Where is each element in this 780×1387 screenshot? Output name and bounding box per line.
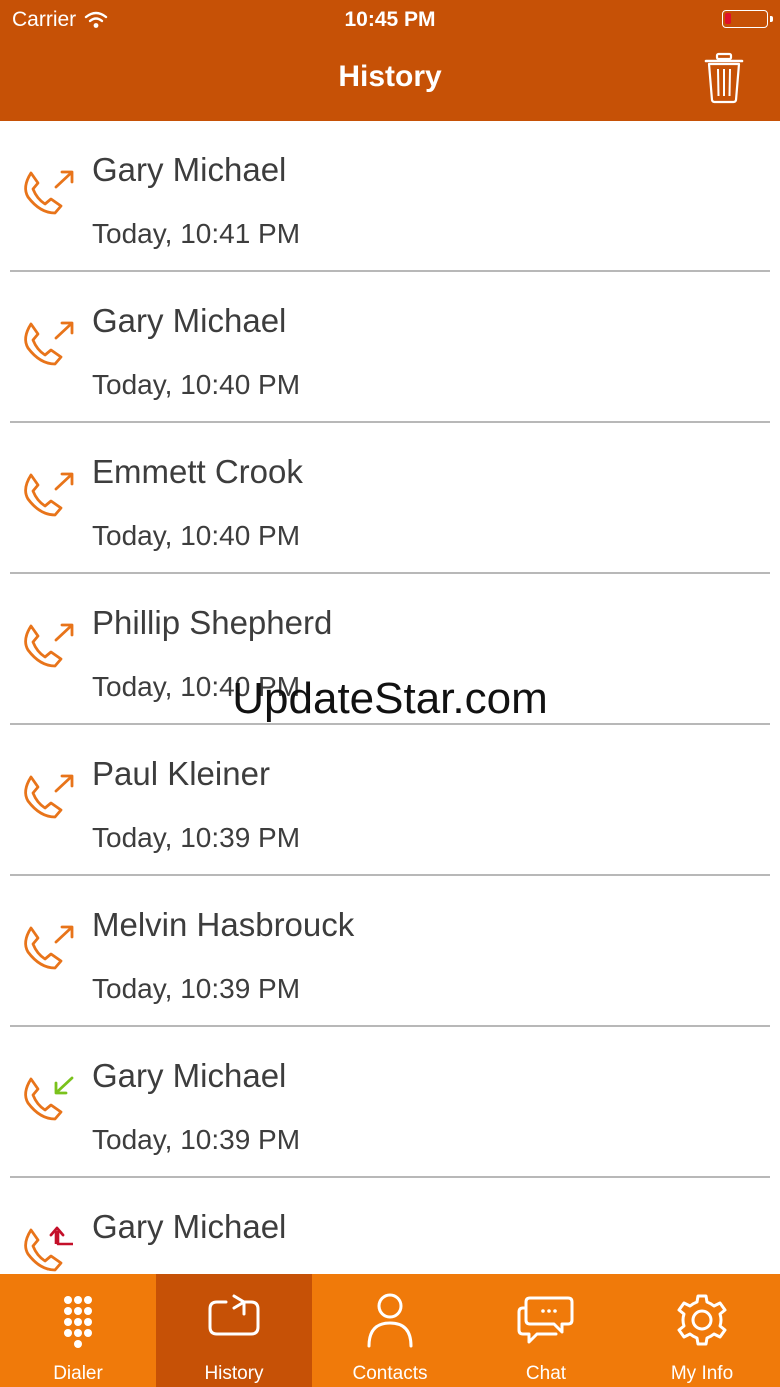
call-timestamp: Today, 10:40 PM (92, 671, 301, 702)
contact-name: Gary Michael (92, 302, 287, 339)
tab-contacts[interactable]: Contacts (312, 1274, 468, 1387)
call-history-row[interactable]: Gary Michael Today, 10:40 PM (0, 272, 780, 423)
missed-call-icon (24, 1226, 73, 1272)
outgoing-call-icon (24, 472, 74, 517)
battery-icon (722, 10, 773, 28)
call-history-list: Gary Michael Today, 10:41 PM Gary Michae… (0, 121, 780, 1274)
tab-label: Contacts (352, 1363, 428, 1384)
tab-chat[interactable]: Chat (468, 1274, 624, 1387)
outgoing-call-icon (24, 170, 74, 215)
dialpad-icon (64, 1296, 92, 1348)
tab-history[interactable]: History (156, 1274, 312, 1387)
battery-level (725, 13, 731, 24)
contact-name: Gary Michael (92, 1208, 287, 1245)
call-history-row[interactable]: Paul Kleiner Today, 10:39 PM (0, 725, 780, 876)
gear-icon (677, 1294, 727, 1346)
status-time: 10:45 PM (344, 8, 436, 31)
call-history-row[interactable]: Melvin Hasbrouck Today, 10:39 PM (0, 876, 780, 1027)
outgoing-call-icon (24, 925, 74, 970)
chat-icon (517, 1296, 574, 1344)
incoming-call-icon (24, 1076, 74, 1121)
history-icon (208, 1294, 260, 1336)
call-timestamp: Today, 10:39 PM (92, 822, 301, 853)
call-timestamp: Today, 10:41 PM (92, 218, 301, 249)
call-history-row[interactable]: Gary Michael (0, 1178, 780, 1274)
person-icon (367, 1293, 413, 1348)
call-timestamp: Today, 10:39 PM (92, 973, 301, 1004)
outgoing-call-icon (24, 623, 74, 668)
clear-history-button[interactable] (704, 52, 744, 104)
contact-name: Emmett Crook (92, 453, 303, 490)
page-title: History (338, 60, 442, 93)
call-history-row[interactable]: Emmett Crook Today, 10:40 PM (0, 423, 780, 574)
tab-label: Dialer (53, 1363, 103, 1384)
call-history-row[interactable]: Gary Michael Today, 10:39 PM (0, 1027, 780, 1178)
call-timestamp: Today, 10:40 PM (92, 369, 301, 400)
tab-bar: Dialer History Contacts Chat My Info (0, 1274, 780, 1387)
contact-name: Phillip Shepherd (92, 604, 333, 641)
app-header: Carrier 10:45 PM History (0, 0, 780, 121)
outgoing-call-icon (24, 321, 74, 366)
status-bar: Carrier 10:45 PM (0, 0, 780, 40)
call-timestamp: Today, 10:40 PM (92, 520, 301, 551)
tab-my-info[interactable]: My Info (624, 1274, 780, 1387)
call-timestamp: Today, 10:39 PM (92, 1124, 301, 1155)
call-history-row[interactable]: Phillip Shepherd Today, 10:40 PM (0, 574, 780, 725)
call-history-row[interactable]: Gary Michael Today, 10:41 PM (0, 121, 780, 272)
contact-name: Gary Michael (92, 151, 287, 188)
tab-label: My Info (670, 1363, 734, 1384)
trash-icon (704, 52, 744, 104)
contact-name: Gary Michael (92, 1057, 287, 1094)
contact-name: Paul Kleiner (92, 755, 270, 792)
tab-dialer[interactable]: Dialer (0, 1274, 156, 1387)
contact-name: Melvin Hasbrouck (92, 906, 355, 943)
tab-label: History (204, 1363, 264, 1384)
outgoing-call-icon (24, 774, 74, 819)
tab-label: Chat (525, 1363, 567, 1384)
